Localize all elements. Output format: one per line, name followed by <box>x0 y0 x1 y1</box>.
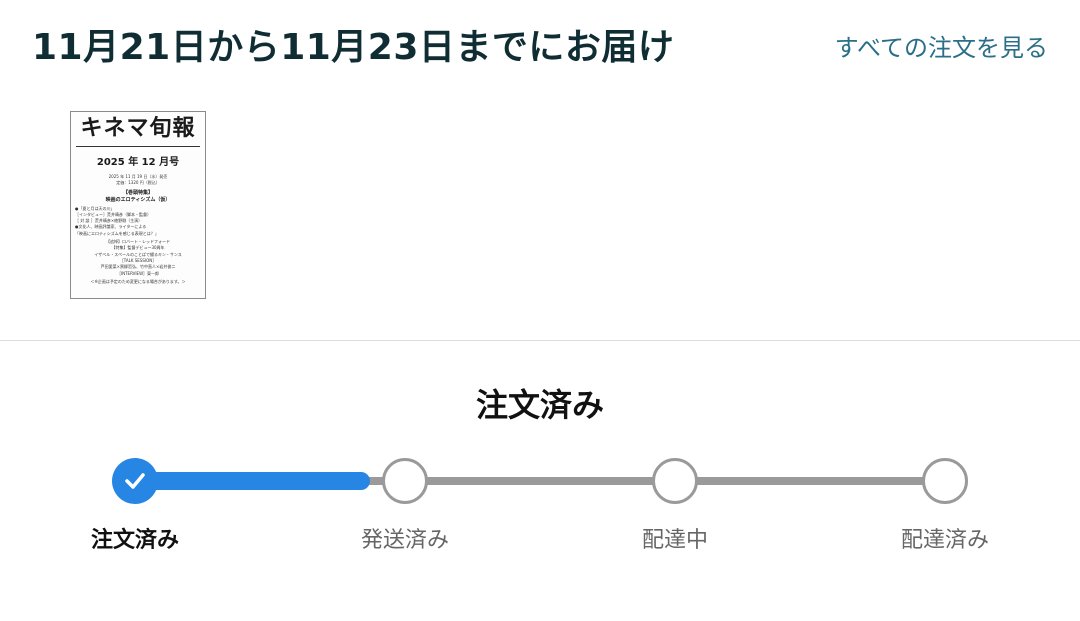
cover-line: ［INTERVIEW］東一郎 <box>116 270 160 276</box>
progress-fill <box>135 472 370 490</box>
view-all-orders-link[interactable]: すべての注文を見る <box>835 28 1048 63</box>
cover-line: 定価：1320 円（税込） <box>116 180 160 186</box>
order-status-heading: 注文済み <box>475 386 604 424</box>
step-4-marker <box>922 458 968 504</box>
cover-line: ＜※企画は予定のため変更になる場合があります。＞ <box>90 278 186 284</box>
step-1-label: 注文済み <box>90 528 179 553</box>
step-4-label: 配達済み <box>900 528 989 553</box>
cover-masthead: キネマ旬報 <box>80 116 196 141</box>
product-image[interactable]: キネマ旬報 2025 年 12 月号 2025 年 11 月 19 日（水）発売… <box>70 111 206 299</box>
cover-rule <box>76 146 200 147</box>
cover-issue: 2025 年 12 月号 <box>96 157 180 168</box>
step-3-marker <box>652 458 698 504</box>
step-3-label: 配達中 <box>641 528 708 553</box>
step-1-marker <box>112 458 158 504</box>
cover-line: 【巻頭特集】 <box>122 189 153 196</box>
step-2-marker <box>382 458 428 504</box>
order-tracking-page: 11月21日から11月23日までにお届け すべての注文を見る キネマ旬報 202… <box>0 0 1080 621</box>
check-icon <box>125 473 145 489</box>
delivery-estimate-title: 11月21日から11月23日までにお届け <box>32 27 675 68</box>
cover-line: 「映画にエロティシズムを感じる表現とは？」 <box>75 230 159 236</box>
step-2-label: 発送済み <box>360 528 449 553</box>
section-divider <box>0 340 1080 341</box>
cover-line: 映画のエロティシズム（仮） <box>105 196 171 203</box>
